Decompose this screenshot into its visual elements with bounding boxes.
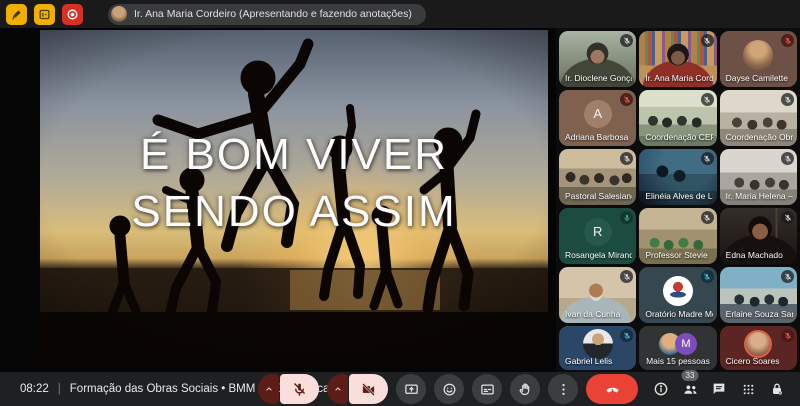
participant-name: Gabriel Lelis — [565, 356, 632, 366]
participant-tile[interactable]: Cicero Soares — [720, 326, 797, 370]
participant-name: Ir. Maria Helena – Diret... — [726, 191, 793, 201]
call-controls — [258, 374, 638, 404]
participant-name: Coordenação CEP... — [645, 132, 712, 142]
participant-name: Adriana Barbosa — [565, 132, 632, 142]
participant-tile[interactable]: R Rosangela Miranda Sa... — [559, 208, 636, 264]
annotate-pen-icon[interactable] — [6, 4, 27, 25]
mic-off-icon — [620, 93, 633, 106]
more-participants-label: Mais 15 pessoas — [639, 356, 716, 366]
mic-off-icon — [701, 152, 714, 165]
participant-name: Rosangela Miranda Sa... — [565, 250, 632, 260]
mic-off-icon — [701, 34, 714, 47]
participant-tile[interactable]: A Adriana Barbosa — [559, 90, 636, 146]
participant-name: Oratório Madre Moran... — [645, 309, 712, 319]
slide-text: É BOM VIVER SENDO ASSIM — [40, 126, 548, 240]
end-call-button[interactable] — [586, 374, 638, 404]
meeting-panels: 33 — [652, 380, 786, 398]
avatar: R — [584, 218, 612, 246]
mic-off-icon — [620, 270, 633, 283]
shared-slide: É BOM VIVER SENDO ASSIM — [40, 30, 548, 366]
more-participants-tile[interactable]: M Mais 15 pessoas — [639, 326, 716, 370]
participant-tile[interactable]: Ir. Maria Helena – Diret... — [720, 149, 797, 205]
mic-off-icon — [781, 93, 794, 106]
separator: | — [58, 383, 61, 395]
participant-name: Pastoral Salesianos — [565, 191, 632, 201]
record-icon[interactable] — [62, 4, 83, 25]
avatar — [743, 40, 773, 70]
chat-panel-button[interactable] — [710, 380, 728, 398]
participants-panel-button[interactable]: 33 — [681, 380, 699, 398]
participant-name: Coordenação Obra Pr... — [726, 132, 793, 142]
mic-off-icon — [781, 34, 794, 47]
participant-tile[interactable]: Pastoral Salesianos — [559, 149, 636, 205]
presenter-label: Ir. Ana Maria Cordeiro (Apresentando e f… — [134, 8, 412, 20]
present-screen-button[interactable] — [396, 374, 426, 404]
mic-off-icon — [701, 270, 714, 283]
participant-tile[interactable]: Ivan da Cunha — [559, 267, 636, 323]
presenter-avatar — [111, 6, 127, 22]
mic-off-icon — [781, 211, 794, 224]
mic-control — [258, 374, 319, 404]
participant-name: Elinéia Alves de Lima P... — [645, 191, 712, 201]
control-bar: 08:22 | Formação das Obras Sociais • BMM… — [0, 372, 800, 406]
presenter-pill[interactable]: Ir. Ana Maria Cordeiro (Apresentando e f… — [108, 4, 426, 25]
mic-off-icon — [781, 152, 794, 165]
participant-name: Ir. Dioclene Gonçalves — [565, 73, 632, 83]
slide-line2: SENDO ASSIM — [40, 183, 548, 240]
participants-count-badge: 33 — [682, 370, 699, 381]
mic-on-icon — [620, 211, 633, 224]
mic-off-icon — [701, 211, 714, 224]
participant-tile[interactable]: Coordenação CEP... — [639, 90, 716, 146]
clock: 08:22 — [20, 383, 49, 395]
participant-name: Erlaine Souza Santos — [726, 309, 793, 319]
raise-hand-button[interactable] — [510, 374, 540, 404]
participant-tile[interactable]: Professor Stevie — [639, 208, 716, 264]
camera-control — [327, 374, 388, 404]
participant-tile[interactable]: Edna Machado — [720, 208, 797, 264]
avatar: A — [584, 100, 612, 128]
participant-name: Ivan da Cunha — [565, 309, 632, 319]
participant-name: Cicero Soares — [726, 356, 793, 366]
participant-name: Professor Stevie — [645, 250, 712, 260]
stacked-avatars: M — [659, 333, 697, 355]
participant-tile[interactable]: Ir. Ana Maria Cordeiro — [639, 31, 716, 87]
mic-off-icon — [781, 270, 794, 283]
avatar — [583, 329, 613, 359]
camera-options-chevron-icon[interactable] — [327, 374, 348, 404]
participant-grid: Ir. Dioclene Gonçalves Ir. Ana Maria Cor… — [556, 28, 800, 372]
mic-options-chevron-icon[interactable] — [258, 374, 279, 404]
participant-name: Dayse Camilette — [726, 73, 793, 83]
participant-tile[interactable]: Elinéia Alves de Lima P... — [639, 149, 716, 205]
camera-off-button[interactable] — [349, 374, 388, 404]
avatar: M — [675, 333, 697, 355]
participant-tile[interactable]: Ir. Dioclene Gonçalves — [559, 31, 636, 87]
participant-tile[interactable]: Gabriel Lelis — [559, 326, 636, 370]
meeting-details-button[interactable] — [652, 380, 670, 398]
host-controls-lock-icon[interactable] — [768, 380, 786, 398]
organization-logo — [663, 276, 693, 306]
mic-off-icon — [701, 93, 714, 106]
mic-off-icon — [620, 34, 633, 47]
mic-off-icon — [781, 329, 794, 342]
window-top-bar: Ir. Ana Maria Cordeiro (Apresentando e f… — [0, 0, 800, 28]
avatar — [744, 330, 772, 358]
whiteboard-icon[interactable] — [34, 4, 55, 25]
mic-off-icon — [620, 152, 633, 165]
mic-off-button[interactable] — [280, 374, 319, 404]
participant-tile[interactable]: Oratório Madre Moran... — [639, 267, 716, 323]
more-options-button[interactable] — [548, 374, 578, 404]
participant-tile[interactable]: Coordenação Obra Pr... — [720, 90, 797, 146]
participant-tile[interactable]: Dayse Camilette — [720, 31, 797, 87]
participant-name: Ir. Ana Maria Cordeiro — [645, 73, 712, 83]
mic-off-icon — [620, 329, 633, 342]
reactions-button[interactable] — [434, 374, 464, 404]
participant-tile[interactable]: Erlaine Souza Santos — [720, 267, 797, 323]
presentation-stage: É BOM VIVER SENDO ASSIM — [0, 28, 556, 372]
slide-line1: É BOM VIVER — [40, 126, 548, 183]
captions-button[interactable] — [472, 374, 502, 404]
activities-apps-button[interactable] — [739, 380, 757, 398]
participant-name: Edna Machado — [726, 250, 793, 260]
